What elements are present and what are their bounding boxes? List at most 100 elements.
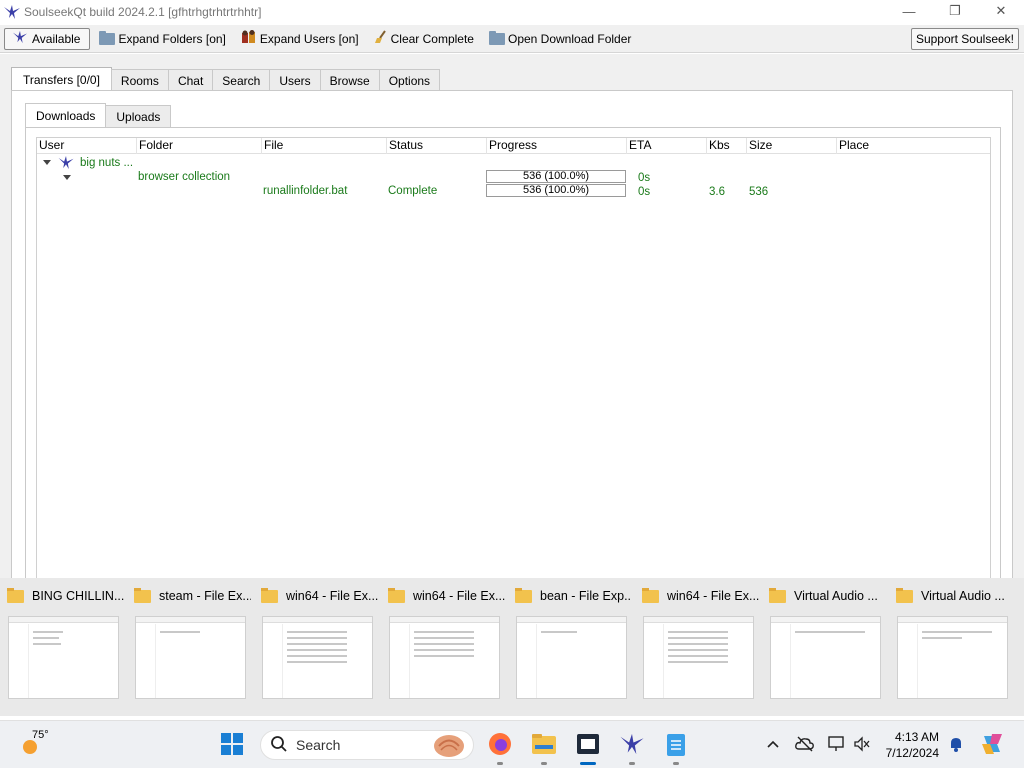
file-size: 536 — [749, 186, 769, 198]
tab-search[interactable]: Search — [212, 69, 271, 91]
taskbar-firefox[interactable] — [484, 729, 516, 765]
expand-folder-arrow[interactable] — [63, 175, 71, 180]
folder-icon — [7, 587, 24, 603]
soulseek-bird-icon — [2, 2, 22, 22]
file-progress-text: 536 (100.0%) — [522, 184, 590, 196]
column-status[interactable]: Status — [387, 138, 487, 154]
users-icon — [241, 30, 257, 47]
folder-progress-bar: 536 (100.0%) — [486, 170, 626, 183]
window-preview — [643, 616, 754, 699]
downloads-tree[interactable]: User Folder File Status Progress ETA Kbs… — [36, 137, 991, 587]
transfer-folder[interactable]: browser collection — [138, 170, 230, 184]
transfer-subtabs: Downloads Uploads — [25, 103, 172, 127]
column-file[interactable]: File — [262, 138, 387, 154]
thumbnail-window[interactable]: Virtual Audio ... — [889, 578, 1014, 716]
folder-icon — [488, 30, 505, 45]
expand-users-label: Expand Users [on] — [259, 31, 359, 46]
clock-time: 4:13 AM — [894, 730, 939, 744]
tab-rooms[interactable]: Rooms — [110, 69, 169, 91]
window-preview — [389, 616, 500, 699]
thumbnail-window[interactable]: steam - File Ex... — [127, 578, 252, 716]
folder-icon — [515, 587, 532, 603]
thumbnail-window[interactable]: Virtual Audio ... — [762, 578, 887, 716]
thumbnail-window[interactable]: win64 - File Ex... — [254, 578, 379, 716]
column-kbs[interactable]: Kbs — [707, 138, 747, 154]
open-download-folder-label: Open Download Folder — [507, 31, 632, 46]
status-available-button[interactable]: Available — [4, 27, 91, 50]
column-progress[interactable]: Progress — [487, 138, 627, 154]
tab-users[interactable]: Users — [269, 69, 321, 91]
thumbnail-window[interactable]: win64 - File Ex... — [381, 578, 506, 716]
thumbnail-label: bean - File Exp... — [540, 589, 632, 603]
bell-icon — [948, 735, 964, 756]
toolbar: Available Expand Folders [on] Expand Use… — [0, 25, 1024, 53]
copilot-button[interactable] — [976, 729, 1008, 761]
tree-header: User Folder File Status Progress ETA Kbs… — [37, 138, 990, 154]
taskbar-clock[interactable]: 4:13 AM 7/12/2024 — [877, 729, 939, 761]
window-preview — [8, 616, 119, 699]
restore-button[interactable]: ❐ — [932, 0, 978, 22]
transfer-user[interactable]: big nuts ... — [80, 156, 133, 170]
title-bar: SoulseekQt build 2024.2.1 [gfhtrhgtrhtrt… — [0, 0, 1024, 24]
column-eta[interactable]: ETA — [627, 138, 707, 154]
show-hidden-icons-button[interactable] — [757, 729, 789, 761]
downloads-panel: User Folder File Status Progress ETA Kbs… — [25, 127, 1001, 597]
column-size[interactable]: Size — [747, 138, 837, 154]
thumbnail-label: win64 - File Ex... — [667, 589, 759, 603]
firefox-icon — [487, 731, 513, 760]
main-tabs: Transfers [0/0] Rooms Chat Search Users … — [11, 67, 441, 91]
column-place[interactable]: Place — [837, 138, 990, 154]
folder-icon — [99, 30, 116, 45]
tab-browse[interactable]: Browse — [319, 69, 380, 91]
tab-uploads[interactable]: Uploads — [105, 105, 172, 127]
close-button[interactable]: ✕ — [978, 0, 1024, 22]
expand-user-arrow[interactable] — [43, 160, 51, 165]
weather-widget[interactable]: 75° — [20, 727, 60, 763]
folder-icon — [388, 587, 405, 603]
thumbnail-label: Virtual Audio ... — [921, 589, 1005, 603]
taskbar-notepad[interactable] — [660, 729, 692, 765]
taskbar-file-explorer[interactable] — [528, 729, 560, 765]
minimize-button[interactable]: — — [886, 0, 932, 22]
onedrive-tray-icon[interactable] — [789, 729, 821, 761]
file-eta: 0s — [638, 186, 651, 198]
tab-chat[interactable]: Chat — [167, 69, 214, 91]
column-folder[interactable]: Folder — [137, 138, 262, 154]
folder-icon — [642, 587, 659, 603]
taskbar-soulseek[interactable] — [616, 729, 648, 765]
tab-options[interactable]: Options — [378, 69, 441, 91]
taskbar-media-app[interactable] — [572, 729, 604, 765]
thumbnail-window[interactable]: win64 - File Ex... — [635, 578, 760, 716]
notifications-button[interactable] — [940, 729, 972, 761]
window-preview — [135, 616, 246, 699]
support-soulseek-button[interactable]: Support Soulseek! — [910, 27, 1019, 50]
clear-complete-button[interactable]: Clear Complete — [368, 28, 480, 50]
thumbnail-label: win64 - File Ex... — [286, 589, 378, 603]
soulseek-bird-icon — [11, 30, 29, 47]
thumbnail-window[interactable]: bean - File Exp... — [508, 578, 633, 716]
clock-date: 7/12/2024 — [885, 746, 939, 760]
volume-tray-icon[interactable] — [846, 729, 878, 761]
expand-users-button[interactable]: Expand Users [on] — [235, 28, 365, 50]
expand-folders-button[interactable]: Expand Folders [on] — [93, 28, 231, 50]
taskbar-search-box[interactable]: Search — [260, 730, 474, 760]
thumbnail-window[interactable]: BING CHILLIN... — [0, 578, 125, 716]
start-button[interactable] — [216, 729, 248, 761]
search-icon — [270, 735, 288, 756]
tab-downloads[interactable]: Downloads — [25, 103, 107, 127]
folder-icon — [134, 587, 151, 603]
speaker-muted-icon — [853, 735, 871, 755]
window-preview — [262, 616, 373, 699]
expand-folders-label: Expand Folders [on] — [118, 31, 226, 46]
clear-complete-label: Clear Complete — [390, 31, 474, 46]
tab-transfers[interactable]: Transfers [0/0] — [11, 67, 112, 91]
window-preview — [770, 616, 881, 699]
transfers-panel: Downloads Uploads User Folder File Statu… — [11, 90, 1013, 597]
film-icon — [576, 733, 600, 758]
open-download-folder-button[interactable]: Open Download Folder — [483, 28, 637, 50]
main-content: Transfers [0/0] Rooms Chat Search Users … — [0, 54, 1024, 597]
folder-icon — [261, 587, 278, 603]
folder-icon — [769, 587, 786, 603]
column-user[interactable]: User — [37, 138, 137, 154]
transfer-file[interactable]: runallinfolder.bat — [263, 184, 347, 198]
